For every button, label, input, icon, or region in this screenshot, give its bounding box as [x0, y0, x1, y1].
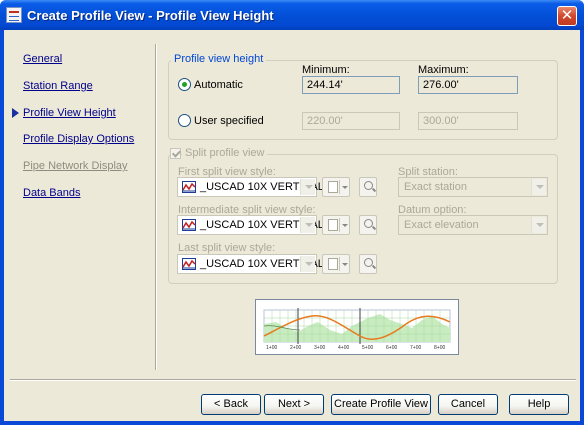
user-specified-radio[interactable] — [178, 114, 191, 127]
user-maximum-field[interactable]: 300.00' — [418, 112, 518, 130]
station-label: 2+00 — [290, 345, 302, 351]
last-split-view-button[interactable] — [359, 254, 377, 274]
dialog-window: Create Profile View - Profile View Heigh… — [0, 0, 584, 425]
chevron-down-icon — [342, 186, 348, 189]
profile-view-style-icon — [182, 219, 196, 231]
station-label: 3+00 — [314, 345, 326, 351]
last-split-style-dropdown[interactable]: _USCAD 10X VERTICAL — [177, 254, 324, 274]
help-button[interactable]: Help — [509, 394, 569, 415]
auto-minimum-field: 244.14' — [302, 76, 400, 94]
minimum-label: Minimum: — [302, 64, 350, 76]
chevron-down-icon — [342, 224, 348, 227]
last-split-edit-button[interactable] — [322, 254, 350, 274]
first-split-edit-button[interactable] — [322, 177, 350, 197]
wizard-nav: General Station Range Profile View Heigh… — [4, 30, 154, 370]
split-station-dropdown[interactable]: Exact station — [398, 177, 548, 197]
button-row-divider — [10, 379, 576, 381]
edit-style-icon — [328, 181, 338, 193]
split-profile-checkbox[interactable] — [170, 148, 181, 159]
nav-item-station-range[interactable]: Station Range — [23, 80, 93, 92]
button-separator — [339, 257, 340, 271]
dialog-body: General Station Range Profile View Heigh… — [4, 30, 580, 421]
split-station-value: Exact station — [404, 181, 467, 193]
next-button[interactable]: Next > — [264, 394, 324, 415]
station-label: 4+00 — [338, 345, 350, 351]
edit-style-icon — [328, 258, 338, 270]
preview-station-labels: 1+00 2+00 3+00 4+00 5+00 6+00 7+00 8+00 — [266, 345, 452, 353]
station-label: 7+00 — [410, 345, 422, 351]
profile-view-style-icon — [182, 181, 196, 193]
profile-view-style-icon — [182, 258, 196, 270]
nav-item-profile-display-options[interactable]: Profile Display Options — [23, 133, 134, 145]
profile-height-legend: Profile view height — [171, 53, 267, 65]
datum-option-value: Exact elevation — [404, 219, 479, 231]
profile-preview-image: 1+00 2+00 3+00 4+00 5+00 6+00 7+00 8+00 — [255, 299, 459, 355]
station-label: 6+00 — [386, 345, 398, 351]
magnifier-icon — [364, 219, 373, 228]
button-separator — [339, 180, 340, 194]
intermediate-split-edit-button[interactable] — [322, 215, 350, 235]
station-label: 1+00 — [266, 345, 278, 351]
datum-option-dropdown[interactable]: Exact elevation — [398, 215, 548, 235]
create-profile-view-button[interactable]: Create Profile View — [331, 394, 431, 415]
chevron-down-icon[interactable] — [531, 217, 546, 233]
vertical-divider — [155, 44, 157, 370]
maximum-label: Maximum: — [418, 64, 469, 76]
back-button[interactable]: < Back — [201, 394, 261, 415]
chevron-down-icon[interactable] — [300, 179, 315, 195]
chevron-down-icon[interactable] — [300, 217, 315, 233]
split-profile-legend: Split profile view — [182, 147, 268, 159]
chevron-down-icon — [342, 263, 348, 266]
nav-item-data-bands[interactable]: Data Bands — [23, 187, 80, 199]
title-bar[interactable]: Create Profile View - Profile View Heigh… — [0, 0, 584, 30]
magnifier-icon — [364, 181, 373, 190]
edit-style-icon — [328, 219, 338, 231]
magnifier-icon — [364, 258, 373, 267]
station-label: 5+00 — [362, 345, 374, 351]
nav-item-pipe-network-display: Pipe Network Display — [23, 160, 128, 172]
user-specified-label[interactable]: User specified — [194, 115, 264, 127]
chevron-down-icon[interactable] — [300, 256, 315, 272]
chevron-down-icon[interactable] — [531, 179, 546, 195]
nav-item-profile-view-height[interactable]: Profile View Height — [23, 107, 116, 119]
intermediate-split-style-dropdown[interactable]: _USCAD 10X VERTICAL — [177, 215, 324, 235]
user-minimum-field[interactable]: 220.00' — [302, 112, 400, 130]
last-split-style-label: Last split view style: — [178, 242, 276, 254]
button-separator — [339, 218, 340, 232]
station-label: 8+00 — [434, 345, 446, 351]
intermediate-split-view-button[interactable] — [359, 215, 377, 235]
app-icon — [6, 7, 22, 23]
cancel-button[interactable]: Cancel — [438, 394, 498, 415]
auto-maximum-field: 276.00' — [418, 76, 518, 94]
nav-item-general[interactable]: General — [23, 53, 62, 65]
window-title: Create Profile View - Profile View Heigh… — [27, 8, 274, 23]
close-button[interactable]: ✕ — [557, 6, 577, 26]
automatic-radio[interactable] — [178, 78, 191, 91]
first-split-view-button[interactable] — [359, 177, 377, 197]
first-split-style-dropdown[interactable]: _USCAD 10X VERTICAL — [177, 177, 324, 197]
current-step-arrow-icon — [12, 108, 19, 118]
automatic-label[interactable]: Automatic — [194, 79, 243, 91]
